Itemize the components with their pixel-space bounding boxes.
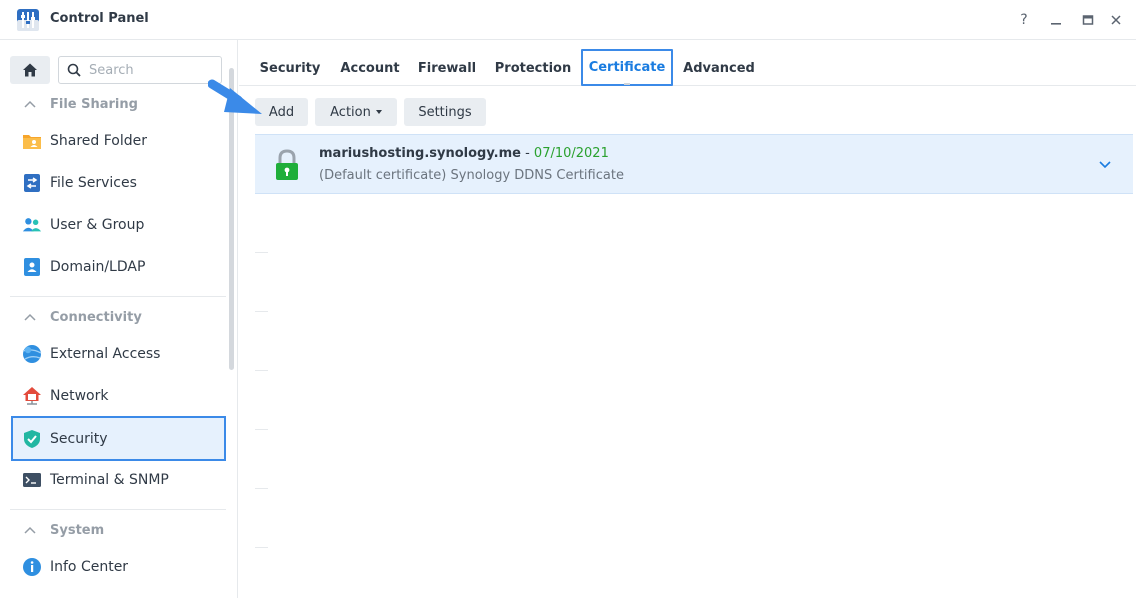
help-icon[interactable]: ? [1014,10,1034,30]
annotation-arrow-icon [208,79,262,114]
certificate-description: (Default certificate) Synology DDNS Cert… [319,168,624,183]
section-connectivity[interactable]: Connectivity [24,307,142,327]
row-separator [255,311,268,312]
window-title: Control Panel [50,11,149,26]
row-separator [255,429,268,430]
sidebar-item-external-access[interactable]: External Access [11,333,226,375]
chevron-up-icon [24,526,38,534]
sidebar: File Sharing Shared Folder File Services… [0,40,238,598]
user-group-icon [22,215,42,235]
sidebar-item-terminal-snmp[interactable]: Terminal & SNMP [11,459,226,501]
certificate-name: mariushosting.synology.me [319,146,521,161]
title-bar: Control Panel ? [0,0,1136,40]
section-label: System [50,522,105,538]
chevron-up-icon [24,100,38,108]
search-box [58,56,222,84]
tab-advanced[interactable]: Advanced [681,50,757,86]
sidebar-item-user-group[interactable]: User & Group [11,204,226,246]
terminal-icon [22,470,42,490]
action-button-label: Action [330,104,371,120]
section-divider [10,296,226,297]
maximize-icon[interactable] [1078,10,1098,30]
certificate-title: mariushosting.synology.me - 07/10/2021 [319,146,609,161]
search-icon [67,63,81,77]
chevron-down-icon[interactable] [1097,157,1113,173]
settings-button[interactable]: Settings [404,98,486,126]
sidebar-item-label: Terminal & SNMP [50,472,169,488]
chevron-up-icon [24,313,38,321]
control-panel-icon [17,9,39,31]
section-system[interactable]: System [24,520,104,540]
sidebar-item-label: Shared Folder [50,133,148,149]
sidebar-item-security[interactable]: Security [11,416,226,461]
network-icon [22,386,42,406]
file-services-icon [22,173,42,193]
section-label: Connectivity [50,309,142,325]
security-shield-icon [22,429,42,449]
certificate-expiry-date: 07/10/2021 [533,146,609,161]
section-label: File Sharing [50,96,138,112]
row-separator [255,370,268,371]
info-icon [22,557,42,577]
sidebar-item-info-center[interactable]: Info Center [11,546,226,588]
sidebar-item-network[interactable]: Network [11,375,226,417]
section-file-sharing[interactable]: File Sharing [24,94,138,114]
minimize-icon[interactable] [1046,10,1066,30]
tab-protection[interactable]: Protection [491,50,575,86]
search-input[interactable] [89,62,209,78]
sidebar-item-label: Info Center [50,559,129,575]
sidebar-item-label: Security [50,430,108,447]
domain-ldap-icon [22,257,42,277]
sidebar-item-label: Domain/LDAP [50,259,146,275]
close-icon[interactable] [1106,10,1126,30]
row-separator [255,488,268,489]
sidebar-item-label: File Services [50,175,137,191]
tab-bar: Security Account Firewall Protection Cer… [239,40,1136,86]
home-button[interactable] [10,56,50,84]
certificate-separator: - [520,146,534,161]
home-icon [23,63,37,77]
sidebar-item-label: Network [50,388,109,404]
sidebar-item-label: User & Group [50,217,145,233]
tab-certificate[interactable]: Certificate [581,49,673,86]
row-separator [255,252,268,253]
tab-account[interactable]: Account [337,50,403,86]
shared-folder-icon [22,131,42,151]
external-access-icon [22,344,42,364]
lock-icon [276,149,298,180]
sidebar-item-file-services[interactable]: File Services [11,162,226,204]
sidebar-item-label: External Access [50,346,161,362]
section-divider [10,509,226,510]
sidebar-item-shared-folder[interactable]: Shared Folder [11,120,226,162]
sidebar-item-domain-ldap[interactable]: Domain/LDAP [11,246,226,288]
action-button[interactable]: Action [315,98,397,126]
tab-firewall[interactable]: Firewall [415,50,479,86]
row-separator [255,547,268,548]
certificate-row[interactable]: mariushosting.synology.me - 07/10/2021 (… [255,134,1133,194]
caret-down-icon [375,110,382,114]
